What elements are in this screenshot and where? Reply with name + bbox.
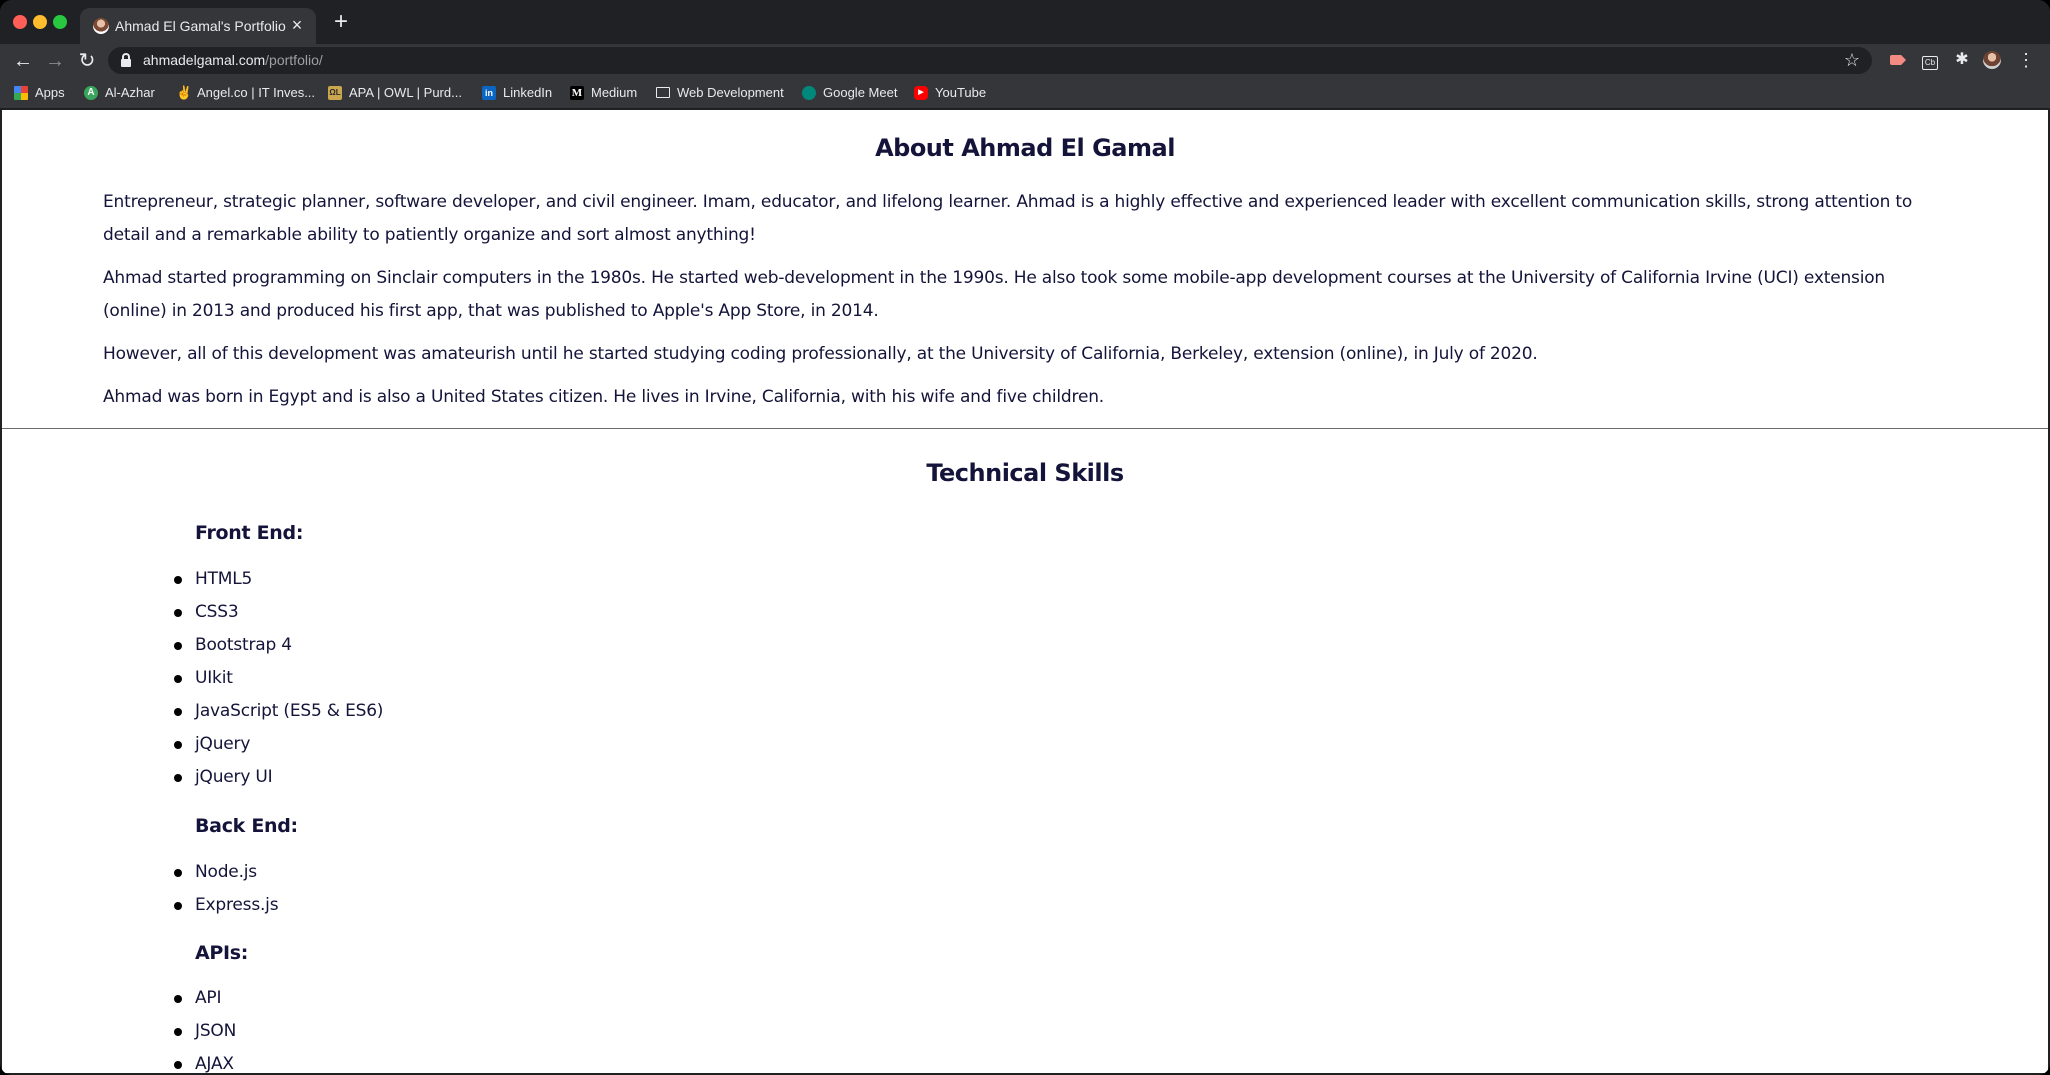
bookmark-star-icon[interactable]: ☆: [1844, 49, 1860, 71]
apis-title: APIs:: [195, 942, 249, 964]
list-item: jQuery: [173, 728, 383, 761]
url-text[interactable]: ahmadelgamal.com/portfolio/: [143, 52, 323, 68]
lock-icon[interactable]: [121, 53, 131, 67]
new-tab-button[interactable]: +: [328, 10, 354, 34]
list-item: JSON: [173, 1015, 236, 1048]
list-item: jQuery UI: [173, 761, 383, 794]
about-heading: About Ahmad El Gamal: [875, 134, 1175, 162]
avatar-favicon-icon: [93, 18, 109, 34]
address-bar[interactable]: ahmadelgamal.com/portfolio/ ☆: [108, 47, 1872, 74]
al-azhar-icon: A: [84, 85, 98, 100]
about-paragraph-3: However, all of this development was ama…: [103, 344, 1538, 364]
back-arrow-icon[interactable]: ←: [10, 48, 36, 74]
bookmark-apps[interactable]: Apps: [14, 85, 65, 100]
purdue-icon: ΩL: [328, 85, 342, 100]
list-item: JavaScript (ES5 & ES6): [173, 695, 383, 728]
bookmark-al-azhar[interactable]: A Al-Azhar: [84, 85, 155, 100]
angel-icon: ✌: [176, 84, 193, 100]
close-window-button[interactable]: [13, 15, 27, 29]
tab-portfolio[interactable]: Ahmad El Gamal's Portfolio ×: [80, 8, 316, 44]
bookmark-folder-web-development[interactable]: Web Development: [656, 85, 784, 100]
apis-list: API JSON AJAX: [173, 982, 236, 1073]
medium-icon: M: [570, 85, 584, 100]
page-content: About Ahmad El Gamal Entrepreneur, strat…: [2, 110, 2048, 1073]
back-end-list: Node.js Express.js: [173, 856, 279, 922]
section-divider: [2, 428, 2048, 429]
about-paragraph-2: Ahmad started programming on Sinclair co…: [103, 268, 1885, 321]
list-item: Node.js: [173, 856, 278, 889]
browser-window: Ahmad El Gamal's Portfolio × + ← → ↻ ahm…: [0, 0, 2050, 1075]
minimize-window-button[interactable]: [33, 15, 47, 29]
google-meet-icon: [802, 85, 816, 100]
extension-red-tag-icon[interactable]: [1888, 50, 1908, 70]
bookmark-google-meet[interactable]: Google Meet: [802, 85, 897, 100]
extension-cb-icon[interactable]: Cb: [1920, 50, 1940, 70]
tab-close-icon[interactable]: ×: [286, 14, 308, 36]
bookmarks-bar: Apps A Al-Azhar ✌ Angel.co | IT Inves... Ω…: [0, 77, 2050, 109]
bookmark-linkedin[interactable]: in LinkedIn: [482, 85, 552, 100]
bookmark-angel[interactable]: ✌ Angel.co | IT Inves...: [176, 85, 315, 100]
youtube-icon: ▶: [914, 85, 928, 100]
forward-arrow-icon[interactable]: →: [42, 48, 68, 74]
linkedin-icon: in: [482, 85, 496, 100]
folder-icon: [656, 87, 670, 98]
bookmark-youtube[interactable]: ▶ YouTube: [914, 85, 986, 100]
list-item: AJAX: [173, 1048, 236, 1073]
list-item: UIkit: [173, 662, 383, 695]
skills-heading: Technical Skills: [926, 459, 1124, 487]
list-item: HTML5: [173, 563, 383, 596]
maximize-window-button[interactable]: [53, 15, 67, 29]
list-item: Bootstrap 4: [173, 629, 383, 662]
list-item: CSS3: [173, 596, 383, 629]
list-item: Express.js: [173, 889, 279, 922]
back-end-title: Back End:: [195, 815, 298, 837]
browser-menu-icon[interactable]: ⋮: [2016, 50, 2036, 70]
tab-title: Ahmad El Gamal's Portfolio: [115, 18, 286, 34]
extensions-puzzle-icon[interactable]: ✱: [1952, 50, 1972, 70]
front-end-title: Front End:: [195, 522, 304, 544]
bookmark-medium[interactable]: M Medium: [570, 85, 637, 100]
about-paragraph-1: Entrepreneur, strategic planner, softwar…: [103, 192, 1913, 245]
reload-icon[interactable]: ↻: [74, 48, 100, 74]
apps-grid-icon: [14, 85, 28, 100]
bookmark-apa-owl[interactable]: ΩL APA | OWL | Purd...: [328, 85, 462, 100]
tab-strip: Ahmad El Gamal's Portfolio × +: [0, 0, 2050, 44]
front-end-list: HTML5 CSS3 Bootstrap 4 UIkit JavaScript …: [173, 563, 383, 794]
browser-toolbar: ← → ↻ ahmadelgamal.com/portfolio/ ☆ Cb ✱…: [0, 44, 2050, 77]
profile-avatar-icon[interactable]: [1982, 50, 2002, 70]
about-paragraph-4: Ahmad was born in Egypt and is also a Un…: [103, 387, 1104, 407]
list-item: API: [173, 982, 236, 1015]
